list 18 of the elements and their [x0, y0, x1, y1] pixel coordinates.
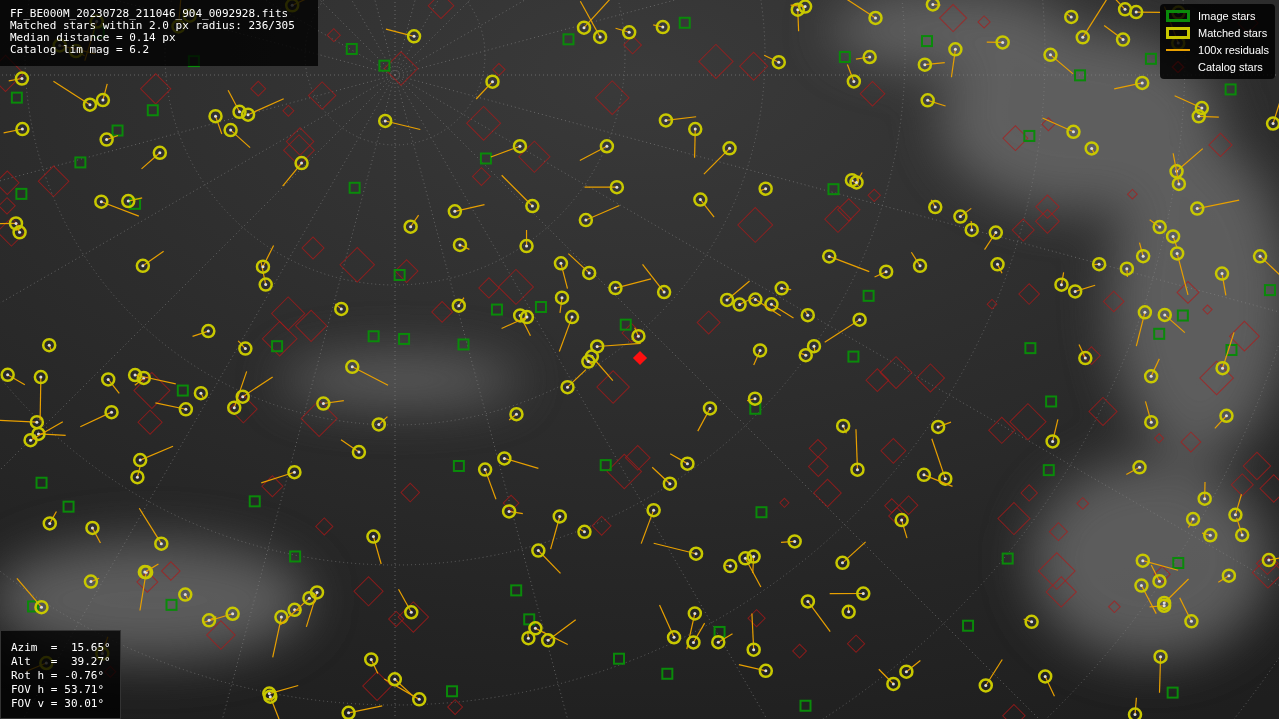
info-text: Catalog lim mag = 6.2: [10, 44, 151, 56]
field-label: Rot h =: [11, 669, 58, 683]
field-label: Azim =: [11, 641, 58, 655]
info-text: Median distance = 0.14 px: [10, 32, 177, 44]
field-value: 39.27°: [69, 655, 111, 669]
legend-label: 100x residuals: [1198, 42, 1269, 58]
legend-label: Image stars: [1198, 8, 1256, 24]
field-label: FOV v =: [11, 697, 58, 711]
field-value: -0.76°: [64, 669, 105, 683]
info-text: FF_BE000M_20230728_211046_904_0092928.fits: [10, 8, 290, 20]
field-label: Alt =: [11, 655, 58, 669]
info-text: Matched stars within 2.0 px radius: 236/305: [10, 20, 296, 32]
field-value: 53.71°: [64, 683, 105, 697]
legend-label: Catalog stars: [1198, 59, 1263, 75]
field-value: 15.65°: [69, 641, 111, 655]
field-label: FOV h =: [11, 683, 58, 697]
field-value: 30.01°: [64, 697, 105, 711]
legend-label: Matched stars: [1198, 25, 1268, 41]
